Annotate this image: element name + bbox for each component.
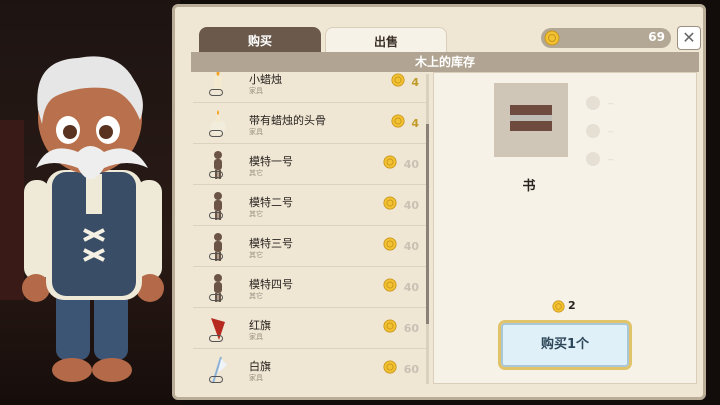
item-price: 40 [403,281,419,294]
coin-icon [544,30,560,46]
buy-one-button[interactable]: 购买1个 [498,320,632,370]
shop-panel: 购买 出售 69 ✕ 木上的库存 小蜡烛 家具 4 带有蜡烛的头骨 家具 4 模特一号 其它 4… [172,4,706,400]
infinite-stock-icon [209,171,223,178]
item-category: 家具 [249,333,263,341]
item-detail: -- -- -- 书 2 购买1个 [433,72,697,384]
item-list[interactable]: 小蜡烛 家具 4 带有蜡烛的头骨 家具 4 模特一号 其它 40 模特二号 其它 40 模特三号 其它 40… [193,72,427,384]
item-category: 其它 [249,169,263,177]
item-price: 40 [403,199,419,212]
coin-icon [552,299,565,313]
item-name: 模特二号 [249,196,293,209]
tab-sell[interactable]: 出售 [325,27,447,53]
item-category: 其它 [249,210,263,218]
stock-header: 木上的库存 [191,52,699,72]
item-cost: 2 [552,299,576,313]
item-name: 小蜡烛 [249,73,282,86]
coin-icon [383,359,397,378]
tab-buy[interactable]: 购买 [199,27,321,53]
wallet-balance: 69 [541,28,671,48]
item-name: 书 [522,179,536,194]
attribute-slot: -- [586,117,614,145]
infinite-stock-icon [209,294,223,301]
item-category: 其它 [249,292,263,300]
item-name: 模特四号 [249,278,293,291]
list-item[interactable]: 模特四号 其它 40 [193,267,427,308]
scrollbar-thumb[interactable] [426,124,429,324]
attribute-list: -- -- -- [586,89,614,173]
list-item[interactable]: 模特一号 其它 40 [193,144,427,185]
attribute-slot: -- [586,145,614,173]
item-category: 家具 [249,87,263,95]
item-price: 4 [411,117,419,130]
infinite-stock-icon [209,253,223,260]
infinite-stock-icon [209,89,223,96]
list-item[interactable]: 小蜡烛 家具 4 [193,72,427,103]
item-name: 红旗 [249,319,271,332]
list-item[interactable]: 白旗 家具 60 [193,349,427,384]
list-item[interactable]: 模特三号 其它 40 [193,226,427,267]
coin-icon [383,154,397,173]
item-price: 40 [403,240,419,253]
coin-icon [391,72,405,91]
item-category: 其它 [249,251,263,259]
old-man-character [22,56,164,382]
item-category: 家具 [249,374,263,382]
item-price: 60 [403,322,419,335]
list-item[interactable]: 带有蜡烛的头骨 家具 4 [193,103,427,144]
close-button[interactable]: ✕ [677,26,701,50]
list-item[interactable]: 模特二号 其它 40 [193,185,427,226]
item-name: 带有蜡烛的头骨 [249,114,326,127]
item-name: 白旗 [249,360,271,373]
attribute-slot: -- [586,89,614,117]
item-price: 40 [403,158,419,171]
item-name: 模特三号 [249,237,293,250]
list-item[interactable]: 红旗 家具 60 [193,308,427,349]
coin-icon [391,113,405,132]
infinite-stock-icon [209,335,223,342]
coin-count: 69 [648,30,665,44]
infinite-stock-icon [209,212,223,219]
infinite-stock-icon [209,376,223,383]
item-name: 模特一号 [249,155,293,168]
coin-icon [383,195,397,214]
item-price: 60 [403,363,419,376]
coin-icon [383,236,397,255]
item-price: 4 [411,76,419,89]
infinite-stock-icon [209,130,223,137]
scrollbar[interactable] [426,74,429,384]
coin-icon [383,318,397,337]
book-icon [510,105,552,131]
item-category: 家具 [249,128,263,136]
coin-icon [383,277,397,296]
item-preview [494,83,568,157]
